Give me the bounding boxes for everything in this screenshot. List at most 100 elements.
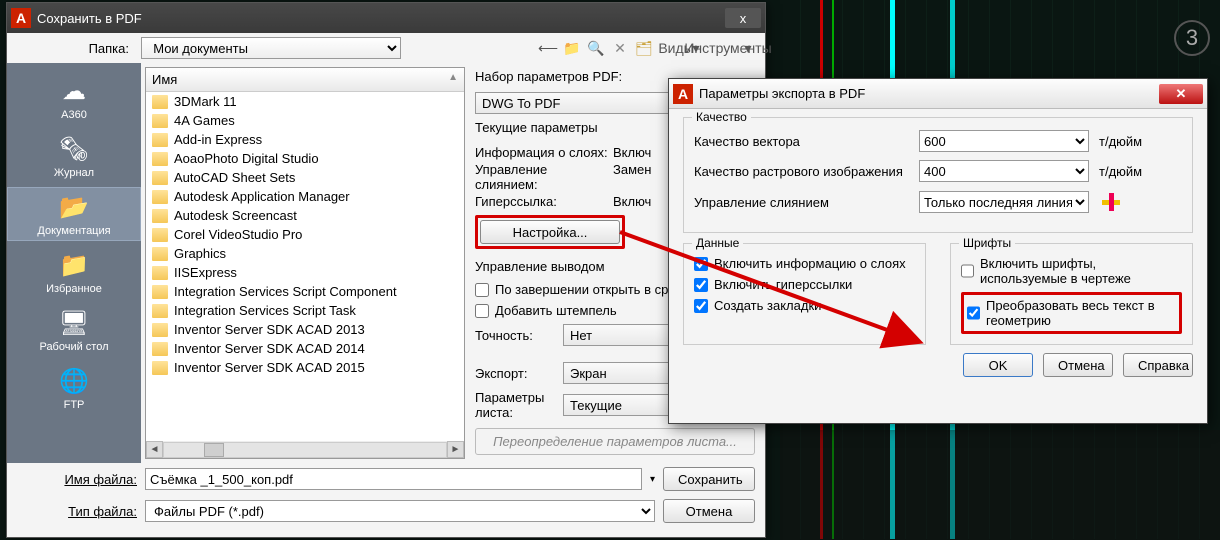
sub-titlebar[interactable]: A Параметры экспорта в PDF ✕	[669, 79, 1207, 109]
sub-cancel-button[interactable]: Отмена	[1043, 353, 1113, 377]
list-item[interactable]: Autodesk Screencast	[146, 206, 464, 225]
file-name: AutoCAD Sheet Sets	[174, 170, 295, 185]
scroll-right-icon[interactable]: ►	[447, 441, 464, 458]
file-name: Inventor Server SDK ACAD 2013	[174, 322, 365, 337]
up-folder-icon[interactable]: 📁	[563, 39, 581, 57]
folder-icon	[152, 266, 168, 280]
horizontal-scrollbar[interactable]: ◄ ►	[146, 441, 464, 458]
vector-quality-select[interactable]: 600	[919, 130, 1089, 152]
folder-icon	[152, 95, 168, 109]
file-list: Имя▲ 3DMark 11 4A Games Add-in Express Aoao…	[145, 67, 465, 459]
view-badge: 3	[1174, 20, 1210, 56]
titlebar[interactable]: A Сохранить в PDF x	[7, 3, 765, 33]
save-button[interactable]: Сохранить	[663, 467, 755, 491]
settings-button[interactable]: Настройка...	[480, 220, 620, 244]
list-item[interactable]: IISExpress	[146, 263, 464, 282]
folder-icon	[152, 209, 168, 223]
sidebar-item-desktop[interactable]: 🖥Рабочий стол	[7, 303, 141, 357]
sidebar-item-documents[interactable]: 📂Документация	[7, 187, 141, 241]
folder-icon	[152, 247, 168, 261]
cloud-icon: ☁	[56, 75, 92, 107]
file-name: 3DMark 11	[174, 94, 237, 109]
file-name: Add-in Express	[174, 132, 262, 147]
merge-control-select[interactable]: Только последняя линия	[919, 191, 1089, 213]
places-sidebar: ☁A360 🗞Журнал 📂Документация 📁Избранное 🖥…	[7, 63, 141, 463]
ftp-icon: 🌐	[56, 365, 92, 397]
filename-input[interactable]	[145, 468, 642, 490]
sidebar-item-history[interactable]: 🗞Журнал	[7, 129, 141, 183]
file-name: Autodesk Application Manager	[174, 189, 350, 204]
delete-icon[interactable]: ✕	[611, 39, 629, 57]
raster-quality-select[interactable]: 400	[919, 160, 1089, 182]
create-bookmarks-checkbox[interactable]: Создать закладки	[694, 298, 915, 313]
ok-button[interactable]: OK	[963, 353, 1033, 377]
settings-highlight: Настройка...	[475, 215, 625, 249]
quality-group: Качество Качество вектора 600 т/дюйм Кач…	[683, 117, 1193, 233]
list-item[interactable]: Inventor Server SDK ACAD 2013	[146, 320, 464, 339]
cancel-button[interactable]: Отмена	[663, 499, 755, 523]
list-item[interactable]: AutoCAD Sheet Sets	[146, 168, 464, 187]
list-item[interactable]: Inventor Server SDK ACAD 2015	[146, 358, 464, 377]
list-item[interactable]: 4A Games	[146, 111, 464, 130]
sidebar-item-ftp[interactable]: 🌐FTP	[7, 361, 141, 415]
list-item[interactable]: AoaoPhoto Digital Studio	[146, 149, 464, 168]
sub-close-button[interactable]: ✕	[1159, 84, 1203, 104]
scroll-left-icon[interactable]: ◄	[146, 441, 163, 458]
save-pdf-dialog: A Сохранить в PDF x Папка: Мои документы…	[6, 2, 766, 538]
convert-text-checkbox[interactable]: Преобразовать весь текст в геометрию	[967, 298, 1176, 328]
list-item[interactable]: Autodesk Application Manager	[146, 187, 464, 206]
close-button[interactable]: x	[725, 8, 761, 28]
filetype-label: Тип файла:	[17, 504, 137, 519]
sidebar-item-favorites[interactable]: 📁Избранное	[7, 245, 141, 299]
data-group: Данные Включить информацию о слоях Включ…	[683, 243, 926, 345]
include-hyperlinks-checkbox[interactable]: Включить гиперссылки	[694, 277, 915, 292]
folder-icon	[152, 304, 168, 318]
folder-icon	[152, 323, 168, 337]
list-item[interactable]: Add-in Express	[146, 130, 464, 149]
filename-label: Имя файла:	[17, 472, 137, 487]
folder-icon	[152, 285, 168, 299]
file-name: Inventor Server SDK ACAD 2015	[174, 360, 365, 375]
folder-select[interactable]: Мои документы	[141, 37, 401, 59]
folder-icon	[152, 114, 168, 128]
file-name: Integration Services Script Task	[174, 303, 356, 318]
convert-text-highlight: Преобразовать весь текст в геометрию	[961, 292, 1182, 334]
file-name: Corel VideoStudio Pro	[174, 227, 302, 242]
star-folder-icon: 📁	[56, 249, 92, 281]
folder-icon	[152, 361, 168, 375]
folder-icon	[152, 228, 168, 242]
include-layers-checkbox[interactable]: Включить информацию о слоях	[694, 256, 915, 271]
dialog-title: Сохранить в PDF	[37, 11, 725, 26]
sort-indicator-icon: ▲	[448, 72, 458, 87]
file-name: Graphics	[174, 246, 226, 261]
file-name: Inventor Server SDK ACAD 2014	[174, 341, 365, 356]
file-name: AoaoPhoto Digital Studio	[174, 151, 319, 166]
scroll-thumb[interactable]	[204, 443, 224, 457]
folder-open-icon: 📂	[56, 191, 92, 223]
tools-menu[interactable]: Инструменты▾	[719, 39, 757, 58]
file-name: Integration Services Script Component	[174, 284, 397, 299]
path-toolbar: Папка: Мои документы ⟵ 📁 🔍 ✕ 🗂 Виды▾ Инс…	[7, 33, 765, 63]
folder-icon	[152, 171, 168, 185]
search-icon[interactable]: 🔍	[587, 39, 605, 57]
fonts-group: Шрифты Включить шрифты, используемые в ч…	[950, 243, 1193, 345]
list-item[interactable]: Graphics	[146, 244, 464, 263]
include-fonts-checkbox[interactable]: Включить шрифты, используемые в чертеже	[961, 256, 1182, 286]
back-icon[interactable]: ⟵	[539, 39, 557, 57]
list-item[interactable]: Corel VideoStudio Pro	[146, 225, 464, 244]
autocad-logo-icon: A	[673, 84, 693, 104]
file-name: Autodesk Screencast	[174, 208, 297, 223]
list-item[interactable]: Integration Services Script Component	[146, 282, 464, 301]
sheet-override-button: Переопределение параметров листа...	[475, 428, 755, 455]
sidebar-item-a360[interactable]: ☁A360	[7, 71, 141, 125]
list-item[interactable]: Inventor Server SDK ACAD 2014	[146, 339, 464, 358]
filetype-select[interactable]: Файлы PDF (*.pdf)	[145, 500, 655, 522]
history-icon: 🗞	[56, 133, 92, 165]
column-header-name[interactable]: Имя▲	[146, 68, 464, 92]
list-item[interactable]: 3DMark 11	[146, 92, 464, 111]
file-name: IISExpress	[174, 265, 237, 280]
list-item[interactable]: Integration Services Script Task	[146, 301, 464, 320]
help-button[interactable]: Справка	[1123, 353, 1193, 377]
new-folder-icon[interactable]: 🗂	[635, 39, 653, 57]
folder-icon	[152, 342, 168, 356]
